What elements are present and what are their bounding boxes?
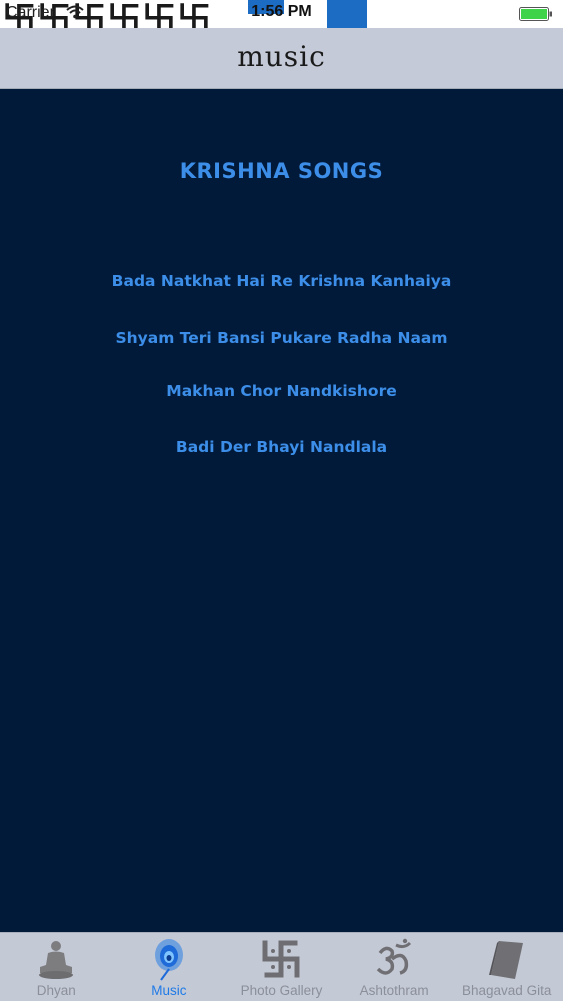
tab-label: Music — [151, 983, 187, 998]
swastika-icon — [262, 940, 300, 978]
om-icon — [376, 938, 412, 975]
tab-label: Ashtothram — [359, 983, 429, 998]
song-item[interactable]: Shyam Teri Bansi Pukare Radha Naam — [0, 329, 563, 347]
status-time: 1:56 PM — [251, 3, 312, 20]
tab-label: Bhagavad Gita — [462, 983, 552, 998]
song-item[interactable]: Makhan Chor Nandkishore — [0, 382, 563, 400]
song-item[interactable]: Bada Natkhat Hai Re Krishna Kanhaiya — [0, 272, 563, 290]
song-item[interactable]: Badi Der Bhayi Nandlala — [0, 438, 563, 456]
tab-dhyan[interactable]: Dhyan — [0, 933, 113, 1001]
tab-label: Dhyan — [36, 983, 76, 998]
tab-photo-gallery[interactable]: Photo Gallery — [225, 933, 338, 1001]
tab-label: Photo Gallery — [240, 983, 323, 998]
song-list-panel: KRISHNA SONGS Bada Natkhat Hai Re Krishn… — [0, 89, 563, 932]
peacock-feather-icon — [154, 939, 183, 981]
battery-icon — [519, 7, 552, 21]
tab-bar: Dhyan Music Photo Gallery Ashtothram Bha… — [0, 932, 563, 1001]
section-heading: KRISHNA SONGS — [179, 159, 384, 183]
tab-bhagavad-gita[interactable]: Bhagavad Gita — [450, 933, 563, 1001]
book-icon — [488, 941, 523, 979]
navigation-bar: music — [0, 28, 563, 89]
tab-music[interactable]: Music — [113, 933, 226, 1001]
meditation-icon — [39, 941, 74, 979]
tab-ashtothram[interactable]: Ashtothram — [338, 933, 451, 1001]
page-title: music — [237, 40, 326, 73]
